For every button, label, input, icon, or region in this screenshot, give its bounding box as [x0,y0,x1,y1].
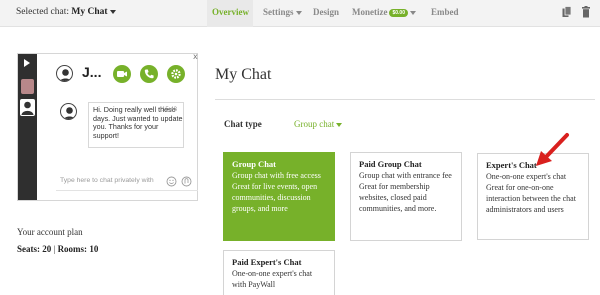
chevron-down-icon [336,122,343,127]
chevron-down-icon [410,10,416,15]
chat-type-select[interactable]: Group chat [294,119,343,129]
user-icon [63,107,76,119]
tab-design[interactable]: Design [313,7,339,17]
red-arrow-icon [536,133,569,166]
tab-settings-label: Settings [263,7,294,17]
seats-label: Seats: [17,244,40,254]
tab-embed[interactable]: Embed [431,7,459,17]
seats-value: 20 [42,244,52,254]
tab-monetize[interactable]: Monetize $0.00 [352,7,416,17]
chat-message-input[interactable]: Type here to chat privately with [56,175,198,191]
card-description: One-on-one expert's chat Great for one-o… [486,172,576,214]
page-title: My Chat [215,66,272,83]
card-title: Paid Group Chat [359,159,422,169]
chat-type-card-paid-group[interactable]: Paid Group Chat Group chat with entrance… [350,152,462,241]
card-description: One-on-one expert's chat with PayWall [232,269,313,289]
divider [215,99,595,100]
card-title: Paid Expert's Chat [232,257,302,267]
widget-sidebar [18,54,37,200]
rooms-value: 10 [89,244,99,254]
play-icon[interactable] [24,59,30,67]
chat-type-card-group[interactable]: Group Chat Group chat with free access G… [223,152,335,241]
settings-button[interactable] [167,65,185,83]
card-description: Group chat with entrance fee Great for m… [359,171,452,213]
avatar[interactable] [20,99,35,116]
selected-chat-prefix: Selected chat: [16,7,70,17]
chat-type-card-paid-expert[interactable]: Paid Expert's Chat One-on-one expert's c… [223,250,335,295]
chat-partner-name: J... [82,64,102,80]
chat-type-label: Chat type [224,119,262,129]
earnings-badge: $0.00 [389,8,408,17]
input-underline [56,190,198,191]
copy-icon[interactable] [562,6,572,18]
avatar [60,103,77,120]
account-plan-label: Your account plan [17,227,83,237]
separator: | [53,244,56,254]
user-icon [21,101,34,115]
card-title: Group Chat [232,159,277,169]
video-icon [117,71,127,77]
chat-input-placeholder: Type here to chat privately with [60,177,154,184]
account-plan-details: Seats: 20 | Rooms: 10 [17,244,98,254]
chat-type-value: Group chat [294,119,335,129]
selected-chat-name: My Chat [71,7,108,17]
avatar [56,65,73,82]
rooms-label: Rooms: [57,244,88,254]
phone-icon [144,69,154,79]
trash-icon[interactable] [581,6,591,18]
avatar[interactable] [21,79,34,94]
chat-selector[interactable]: Selected chat: My Chat [16,7,116,17]
gear-icon [171,69,181,79]
emoji-icon[interactable] [166,176,177,187]
tab-settings[interactable]: Settings [263,7,302,17]
chevron-down-icon [109,9,116,14]
user-icon [59,69,72,81]
attach-icon[interactable] [181,176,192,187]
top-bar: Selected chat: My Chat Overview Settings… [0,0,600,27]
video-call-button[interactable] [113,65,131,83]
phone-call-button[interactable] [140,65,158,83]
tab-overview[interactable]: Overview [212,7,249,17]
tab-monetize-label: Monetize [352,7,388,17]
message-time: 15:43 [162,107,178,113]
chat-message-bubble: 15:43 Hi. Doing really well these days. … [88,102,184,148]
close-icon[interactable]: x [193,52,198,61]
card-description: Group chat with free access Great for li… [232,171,321,213]
chevron-down-icon [295,10,302,15]
chat-widget-preview: x J... 15:43 Hi. Doing really well these [17,52,198,201]
